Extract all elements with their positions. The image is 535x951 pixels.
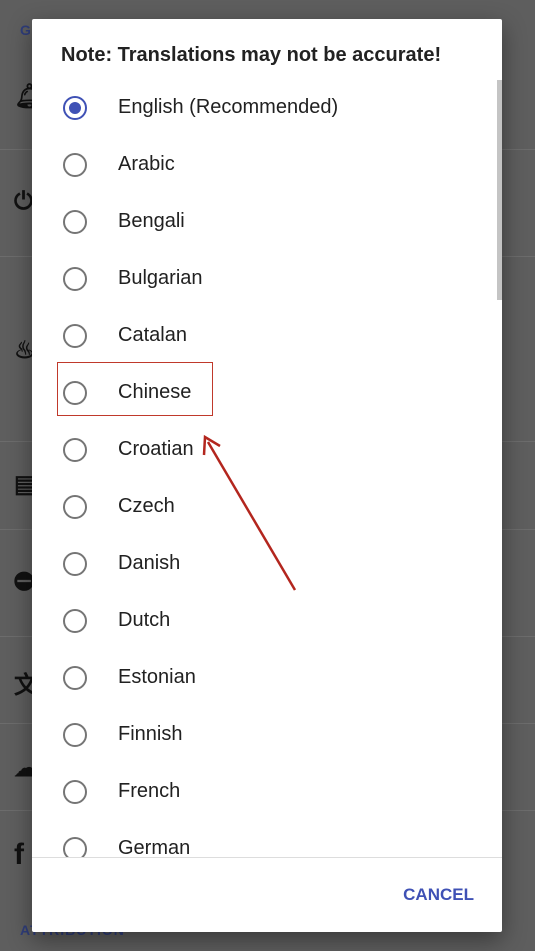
annotation-arrow	[202, 434, 297, 591]
